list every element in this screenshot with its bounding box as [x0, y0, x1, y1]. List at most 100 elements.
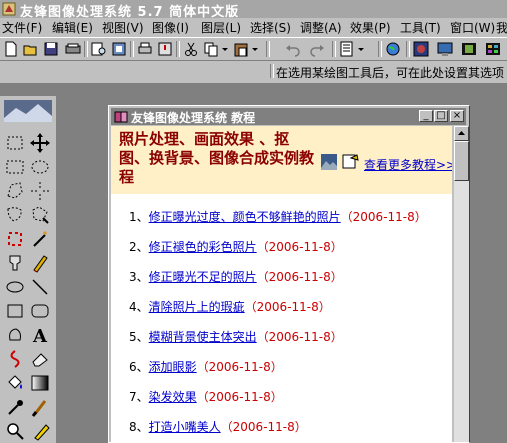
- list-item: 6、添加眼影（2006-11-8）: [129, 360, 283, 374]
- scroll-up-button[interactable]: [454, 126, 469, 141]
- filter-icon[interactable]: [338, 40, 356, 58]
- magic-lasso-icon[interactable]: [29, 204, 51, 226]
- copy-dropdown-icon[interactable]: [220, 40, 230, 58]
- rect-select-icon[interactable]: [4, 132, 26, 154]
- tutorial-date: （2006-11-8）: [256, 330, 343, 344]
- path-icon[interactable]: [4, 348, 26, 370]
- list-item: 7、染发效果（2006-11-8）: [129, 390, 283, 404]
- scroll-thumb[interactable]: [454, 141, 469, 181]
- tutorial-link[interactable]: 修正曝光不足的照片: [149, 270, 257, 284]
- redo-icon[interactable]: [308, 40, 326, 58]
- copy-icon[interactable]: [202, 40, 220, 58]
- list-item: 2、修正褪色的彩色照片（2006-11-8）: [129, 240, 343, 254]
- save-icon[interactable]: [42, 40, 60, 58]
- svg-text:A: A: [32, 326, 48, 346]
- paste-dropdown-icon[interactable]: [250, 40, 260, 58]
- tutorial-date: （2006-11-8）: [196, 360, 283, 374]
- list-item: 5、模糊背景使主体突出（2006-11-8）: [129, 330, 343, 344]
- gallery-icon[interactable]: [484, 40, 502, 58]
- rectangle-icon[interactable]: [4, 300, 26, 322]
- list-item: 8、打造小嘴美人（2006-11-8）: [129, 420, 307, 434]
- toolbox: A: [0, 96, 57, 443]
- menu-window[interactable]: 窗口(W): [450, 19, 495, 36]
- minimize-button[interactable]: _: [419, 110, 433, 122]
- menu-bar: 文件(F) 编辑(E) 视图(V) 图像(I) 图层(L) 选择(S) 调整(A…: [0, 18, 507, 36]
- polygon-lasso-icon[interactable]: [29, 180, 51, 202]
- open-icon[interactable]: [22, 40, 40, 58]
- move-icon[interactable]: [29, 132, 51, 154]
- menu-effects[interactable]: 效果(P): [350, 19, 391, 36]
- shape-icon[interactable]: [4, 324, 26, 346]
- globe-icon[interactable]: [384, 40, 402, 58]
- fill-icon[interactable]: [4, 372, 26, 394]
- main-toolbar: [0, 37, 507, 61]
- menu-select[interactable]: 选择(S): [250, 19, 291, 36]
- photo-album-icon[interactable]: [110, 40, 128, 58]
- paste-icon[interactable]: [232, 40, 250, 58]
- text-icon[interactable]: A: [29, 324, 51, 346]
- eraser-icon[interactable]: [29, 348, 51, 370]
- note-icon: [342, 154, 359, 169]
- tutorial-heading: 照片处理、画面效果 、抠图、换背景、图像合成实例教程: [119, 130, 315, 186]
- list-item: 4、清除照片上的瑕疵（2006-11-8）: [129, 300, 331, 314]
- line-icon[interactable]: [29, 276, 51, 298]
- gradient-icon[interactable]: [29, 372, 51, 394]
- more-tutorials-link[interactable]: 查看更多教程>>>: [364, 156, 452, 173]
- monitor-icon[interactable]: [436, 40, 454, 58]
- film-icon[interactable]: [460, 40, 478, 58]
- rect-marquee-icon[interactable]: [4, 156, 26, 178]
- filter-dropdown-icon[interactable]: [356, 40, 366, 58]
- stamp-icon[interactable]: [4, 252, 26, 274]
- crop-icon[interactable]: [4, 228, 26, 250]
- maximize-button[interactable]: □: [434, 110, 448, 122]
- undo-icon[interactable]: [284, 40, 302, 58]
- tutorial-window: 友锋图像处理系统 教程 _ □ × 照片处理、画面效果 、抠图、换背景、图像合成…: [108, 105, 470, 443]
- magnetic-lasso-icon[interactable]: [4, 204, 26, 226]
- tutorial-date: （2006-11-8）: [256, 270, 343, 284]
- new-icon[interactable]: [2, 40, 20, 58]
- tutorial-title-bar[interactable]: 友锋图像处理系统 教程 _ □ ×: [111, 108, 466, 125]
- ellipse-icon[interactable]: [4, 276, 26, 298]
- print-icon[interactable]: [136, 40, 154, 58]
- menu-layer[interactable]: 图层(L): [201, 19, 241, 36]
- tutorial-link[interactable]: 修正曝光过度、颜色不够鲜艳的照片: [149, 210, 341, 224]
- options-hint-text: 在选用某绘图工具后，可在此处设置其选项: [276, 66, 505, 80]
- options-bar: 在选用某绘图工具后，可在此处设置其选项: [0, 61, 507, 81]
- tutorial-date: （2006-11-8）: [220, 420, 307, 434]
- menu-edit[interactable]: 编辑(E): [52, 19, 93, 36]
- pencil-icon[interactable]: [29, 252, 51, 274]
- cut-icon[interactable]: [182, 40, 200, 58]
- tutorial-link[interactable]: 清除照片上的瑕疵: [149, 300, 245, 314]
- book-icon: [114, 111, 128, 123]
- app-title-bar: 友锋图像处理系统 5.7 简体中文版: [0, 0, 507, 20]
- tutorial-link[interactable]: 模糊背景使主体突出: [149, 330, 257, 344]
- magic-wand-icon[interactable]: [29, 228, 51, 250]
- menu-image[interactable]: 图像(I): [152, 19, 189, 36]
- menu-view[interactable]: 视图(V): [102, 19, 144, 36]
- tutorial-date: （2006-11-8）: [340, 210, 427, 224]
- list-item: 3、修正曝光不足的照片（2006-11-8）: [129, 270, 343, 284]
- photo-icon[interactable]: [412, 40, 430, 58]
- menu-tools[interactable]: 工具(T): [400, 19, 441, 36]
- menu-help[interactable]: 我: [496, 19, 507, 36]
- ellipse-marquee-icon[interactable]: [29, 156, 51, 178]
- highlighter-icon[interactable]: [29, 420, 51, 442]
- brush-icon[interactable]: [29, 396, 51, 418]
- print-preview-icon[interactable]: [90, 40, 108, 58]
- eyedropper-icon[interactable]: [4, 396, 26, 418]
- zoom-icon[interactable]: [4, 420, 26, 442]
- tutorial-link[interactable]: 添加眼影: [149, 360, 197, 374]
- lasso-icon[interactable]: [4, 180, 26, 202]
- landscape-icon: [321, 154, 337, 170]
- tutorial-link[interactable]: 打造小嘴美人: [149, 420, 221, 434]
- scan-icon[interactable]: [64, 40, 82, 58]
- tutorial-scrollbar[interactable]: [454, 126, 469, 442]
- rounded-rect-icon[interactable]: [29, 300, 51, 322]
- tutorial-link[interactable]: 修正褪色的彩色照片: [149, 240, 257, 254]
- tutorial-link[interactable]: 染发效果: [149, 390, 197, 404]
- menu-adjust[interactable]: 调整(A): [300, 19, 342, 36]
- close-button[interactable]: ×: [450, 110, 464, 122]
- tutorial-title: 友锋图像处理系统 教程: [131, 111, 256, 125]
- menu-file[interactable]: 文件(F): [2, 19, 42, 36]
- help-tip-icon[interactable]: [156, 40, 174, 58]
